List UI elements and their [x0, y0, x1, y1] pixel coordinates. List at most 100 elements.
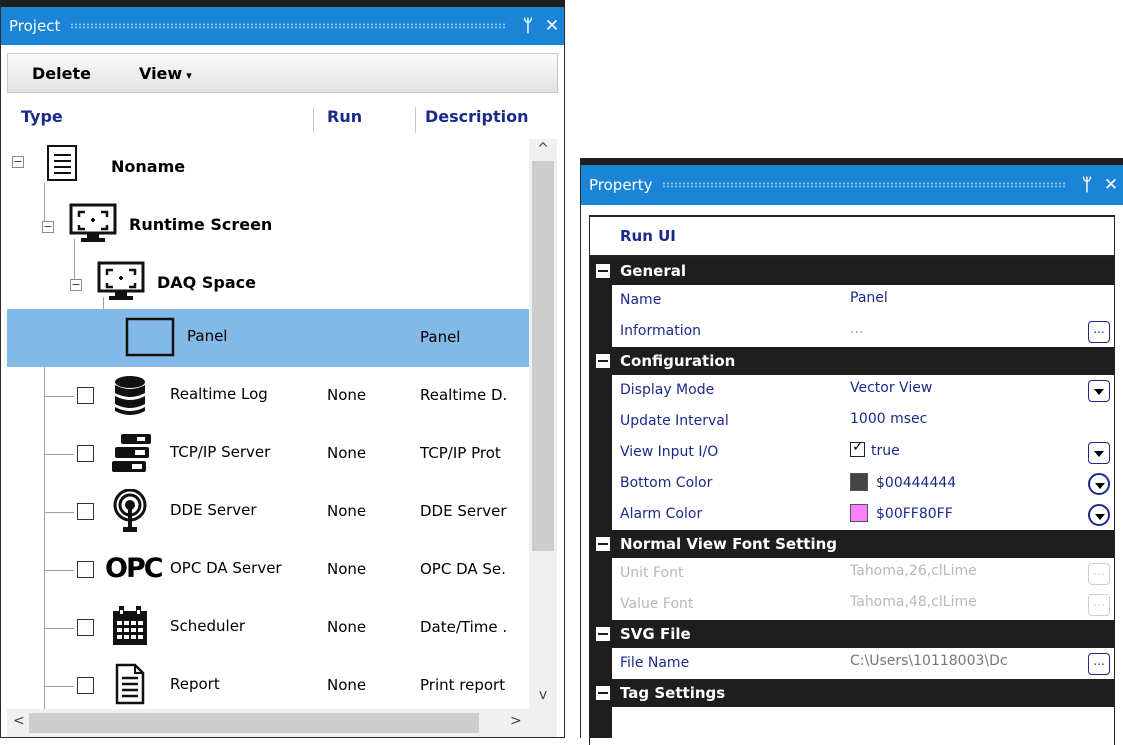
tree-item-noname[interactable]: − Noname	[7, 139, 529, 197]
title-bar-grip	[662, 182, 1065, 188]
tree-item-label: Scheduler	[170, 617, 246, 635]
tree-item-daq-space[interactable]: − DAQ Space	[7, 255, 529, 313]
tree-item-run: None	[327, 444, 367, 462]
horizontal-scrollbar[interactable]: < >	[7, 709, 529, 737]
property-value[interactable]: Vector View	[850, 380, 1082, 396]
ellipsis-button: ...	[1088, 594, 1110, 616]
dropdown-button[interactable]	[1088, 473, 1110, 495]
scroll-thumb[interactable]	[29, 713, 479, 733]
collapse-icon[interactable]: −	[42, 221, 54, 233]
dropdown-button[interactable]	[1088, 504, 1110, 526]
run-checkbox[interactable]	[77, 619, 94, 636]
delete-label: Delete	[32, 63, 91, 83]
delete-button[interactable]: Delete	[8, 64, 115, 83]
checkbox-checked[interactable]	[850, 442, 865, 457]
property-value-wrap[interactable]: true	[850, 442, 1082, 459]
row-gutter	[590, 707, 612, 738]
property-row-name[interactable]: Name Panel	[590, 285, 1114, 316]
tree-item-run: None	[327, 618, 367, 636]
collapse-icon[interactable]	[596, 354, 610, 368]
tree-item-panel[interactable]: Panel Panel	[7, 309, 529, 367]
tree-item-runtime-screen[interactable]: − Runtime Screen	[7, 197, 529, 255]
column-description[interactable]: Description	[425, 107, 528, 126]
collapse-icon[interactable]	[596, 264, 610, 278]
property-name: Unit Font	[620, 565, 684, 581]
property-value: true	[871, 443, 900, 459]
tree-item-report[interactable]: Report None Print report	[7, 657, 529, 709]
category-normal-view-font-setting[interactable]: Normal View Font Setting	[590, 530, 1114, 558]
property-value[interactable]: ...	[850, 321, 1082, 337]
project-title-bar[interactable]: Project ᛘ ✕	[1, 7, 564, 45]
tree-item-label: DAQ Space	[157, 273, 256, 292]
property-row-update-interval[interactable]: Update Interval 1000 msec	[590, 406, 1114, 437]
tree-item-realtime-log[interactable]: Realtime Log None Realtime D.	[7, 367, 529, 425]
pin-icon[interactable]: ᛘ	[516, 16, 540, 36]
property-title-bar[interactable]: Property ᛘ ✕	[581, 165, 1123, 205]
property-value-wrap[interactable]: $00FF80FF	[850, 504, 1082, 522]
tree-item-opc-da-server[interactable]: OPC OPC DA Server None OPC DA Se.	[7, 541, 529, 599]
column-divider[interactable]	[415, 107, 416, 133]
ellipsis-button[interactable]: ...	[1088, 653, 1110, 675]
category-label: Normal View Font Setting	[620, 535, 838, 553]
tree-item-tcpip-server[interactable]: TCP/IP Server None TCP/IP Prot	[7, 425, 529, 483]
property-row-alarm-color[interactable]: Alarm Color $00FF80FF	[590, 499, 1114, 530]
tree-item-dde-server[interactable]: DDE Server None DDE Server	[7, 483, 529, 541]
tree-item-description: Print report	[420, 676, 506, 694]
category-tag-settings[interactable]: Tag Settings	[590, 679, 1114, 707]
scroll-thumb[interactable]	[532, 161, 554, 551]
property-name: Update Interval	[620, 413, 729, 429]
property-row-unit-font: Unit Font Tahoma,26,clLime ...	[590, 558, 1114, 589]
vertical-scrollbar[interactable]: ^ v	[529, 139, 557, 709]
property-row-file-name[interactable]: File Name C:\Users\10118003\Dc ...	[590, 648, 1114, 679]
tree-item-run: None	[327, 560, 367, 578]
property-row-information[interactable]: Information ... ...	[590, 316, 1114, 347]
collapse-icon[interactable]: −	[12, 156, 24, 168]
view-menu-button[interactable]: View ▾	[115, 64, 216, 83]
dropdown-button[interactable]	[1088, 380, 1110, 402]
property-row-display-mode[interactable]: Display Mode Vector View	[590, 375, 1114, 406]
close-icon[interactable]: ✕	[540, 16, 564, 36]
tree-line	[44, 570, 74, 571]
category-configuration[interactable]: Configuration	[590, 347, 1114, 375]
run-checkbox[interactable]	[77, 387, 94, 404]
dropdown-button[interactable]	[1088, 442, 1110, 464]
run-checkbox[interactable]	[77, 677, 94, 694]
property-value[interactable]: 1000 msec	[850, 411, 1082, 427]
collapse-icon[interactable]: −	[70, 279, 82, 291]
property-name: Name	[620, 292, 662, 308]
property-value[interactable]: Panel	[850, 290, 1082, 306]
run-checkbox[interactable]	[77, 561, 94, 578]
property-value-wrap[interactable]: $00444444	[850, 473, 1082, 491]
collapse-icon[interactable]	[596, 537, 610, 551]
property-panel: Property ᛘ ✕ Run UI General Name Panel I…	[580, 158, 1123, 745]
close-icon[interactable]: ✕	[1099, 175, 1123, 195]
row-gutter	[590, 375, 612, 406]
tree-item-scheduler[interactable]: Scheduler None Date/Time .	[7, 599, 529, 657]
column-type[interactable]: Type	[21, 107, 63, 126]
collapse-icon[interactable]	[596, 627, 610, 641]
column-run[interactable]: Run	[327, 107, 362, 126]
property-value[interactable]: C:\Users\10118003\Dc	[850, 653, 1082, 669]
color-swatch	[850, 504, 868, 522]
scroll-up-icon[interactable]: ^	[529, 141, 557, 157]
category-general[interactable]: General	[590, 257, 1114, 285]
pin-icon[interactable]: ᛘ	[1075, 175, 1099, 195]
column-divider[interactable]	[313, 107, 314, 133]
scroll-left-icon[interactable]: <	[13, 713, 25, 729]
tree-item-description: DDE Server	[420, 502, 507, 520]
category-svg-file[interactable]: SVG File	[590, 620, 1114, 648]
property-row-view-input-io[interactable]: View Input I/O true	[590, 437, 1114, 468]
property-row-bottom-color[interactable]: Bottom Color $00444444	[590, 468, 1114, 499]
row-gutter	[590, 437, 612, 468]
ellipsis-button[interactable]: ...	[1088, 321, 1110, 343]
category-label: Configuration	[620, 352, 736, 370]
tree-line	[44, 396, 74, 397]
run-checkbox[interactable]	[77, 445, 94, 462]
calendar-icon	[113, 606, 147, 645]
scroll-down-icon[interactable]: v	[529, 687, 557, 703]
collapse-icon[interactable]	[596, 686, 610, 700]
run-checkbox[interactable]	[77, 503, 94, 520]
row-gutter	[590, 316, 612, 347]
category-label: SVG File	[620, 625, 691, 643]
scroll-right-icon[interactable]: >	[510, 713, 522, 729]
